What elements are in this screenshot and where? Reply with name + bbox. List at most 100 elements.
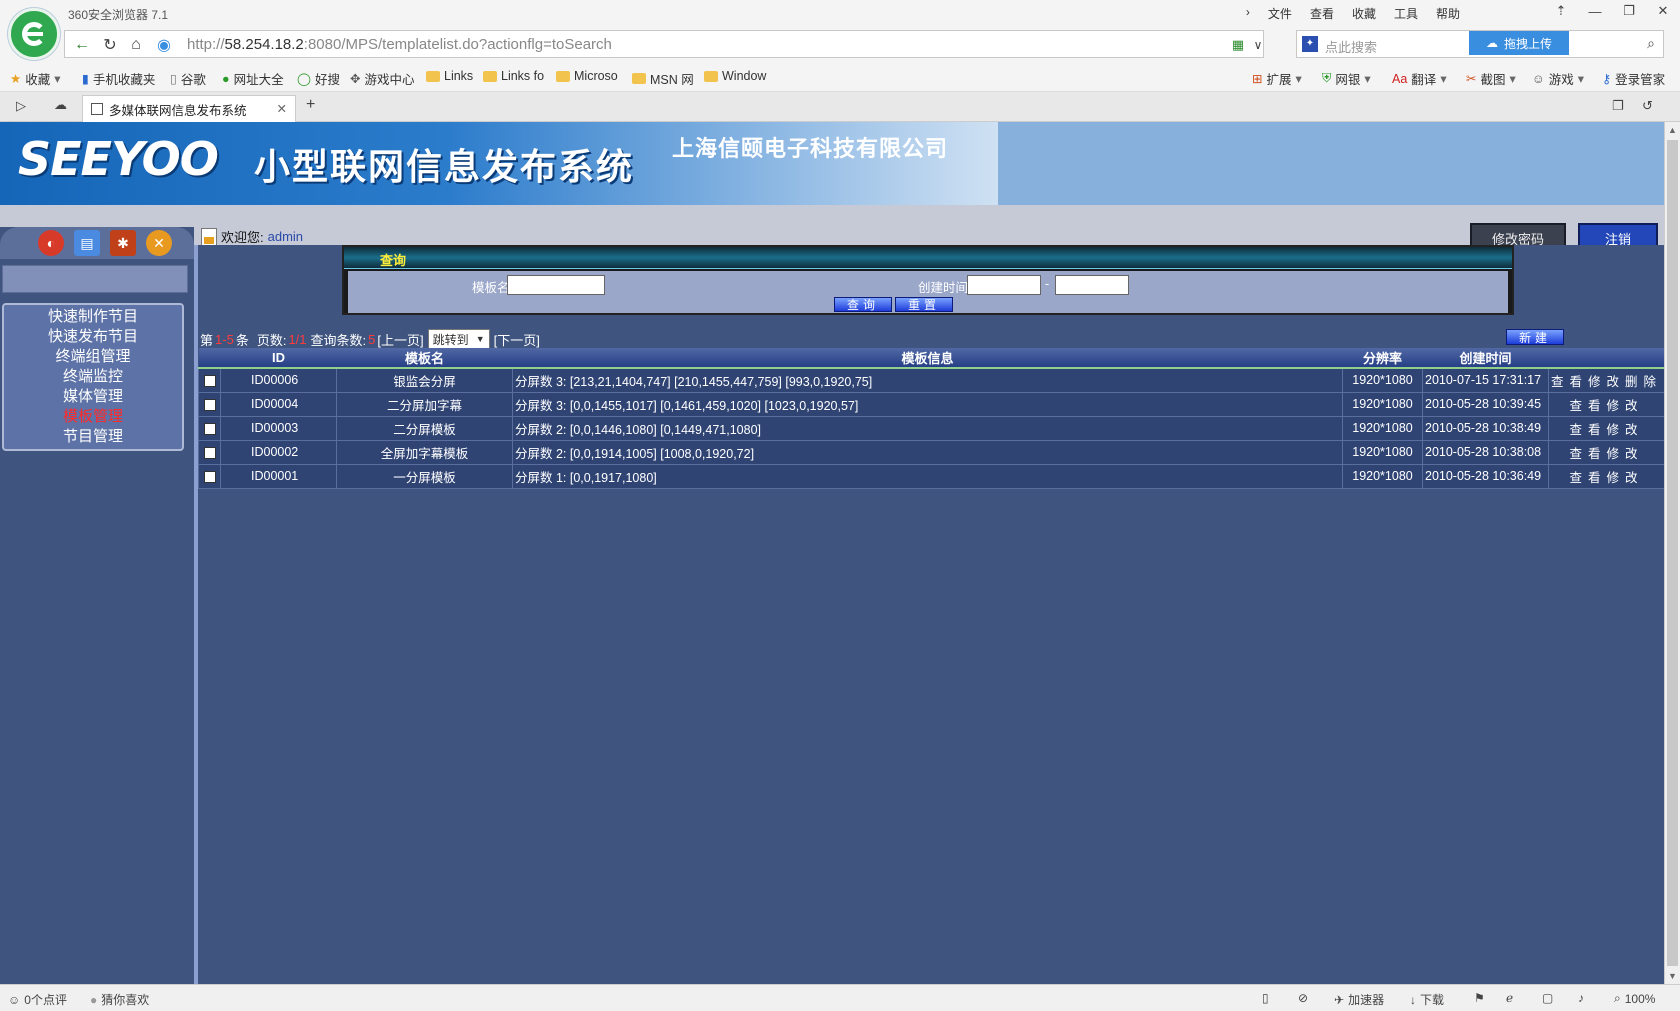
minimize-icon[interactable]: —: [1578, 0, 1612, 22]
search-button[interactable]: 查询: [834, 297, 892, 312]
row-action-link[interactable]: 看: [1588, 447, 1601, 461]
new-template-button[interactable]: 新建: [1506, 329, 1564, 345]
download-status[interactable]: ↓ 下载: [1410, 991, 1444, 1008]
toolbar-screenshot[interactable]: ✂ 截图 ▾: [1466, 69, 1516, 88]
sidebar-item-programs[interactable]: 节目管理: [4, 427, 182, 447]
monitor-icon[interactable]: ▤: [74, 230, 100, 256]
bookmark-favorites[interactable]: ★ 收藏 ▾: [10, 69, 61, 88]
box-icon[interactable]: ✱: [110, 230, 136, 256]
row-action-link[interactable]: 查: [1569, 399, 1582, 413]
ie-icon[interactable]: ℯ: [1506, 991, 1513, 1005]
bookmark-mobile[interactable]: ▮ 手机收藏夹: [82, 69, 155, 88]
home-icon[interactable]: ⌂: [123, 35, 149, 55]
close-icon[interactable]: ✕: [1646, 0, 1680, 22]
bookmark-google[interactable]: ▯ 谷歌: [170, 69, 206, 88]
toolbar-login[interactable]: ⚷ 登录管家: [1602, 69, 1665, 88]
row-action-link[interactable]: 改: [1607, 375, 1620, 389]
row-action-link[interactable]: 看: [1569, 375, 1582, 389]
row-action-link[interactable]: 看: [1588, 399, 1601, 413]
bookmark-links[interactable]: Links: [426, 69, 473, 83]
dropdown-chevron-icon[interactable]: ∨: [1245, 35, 1271, 55]
row-action-link[interactable]: 除: [1644, 375, 1657, 389]
bookmark-msn[interactable]: MSN 网: [632, 69, 694, 88]
row-action-link[interactable]: 改: [1625, 471, 1638, 485]
tab-list-icon[interactable]: ❐: [1612, 98, 1624, 114]
cell-check[interactable]: [198, 415, 221, 441]
template-name-input[interactable]: [507, 275, 605, 295]
network-icon[interactable]: ⊘: [1298, 991, 1308, 1005]
row-action-link[interactable]: 改: [1625, 423, 1638, 437]
row-checkbox[interactable]: [203, 470, 216, 483]
globe-icon[interactable]: ◐: [38, 230, 64, 256]
sidebar-search-field[interactable]: [2, 265, 188, 293]
row-checkbox[interactable]: [203, 398, 216, 411]
row-action-link[interactable]: 删: [1625, 375, 1638, 389]
prev-page-link[interactable]: [上一页]: [377, 330, 423, 349]
sidebar-item-terminal-monitor[interactable]: 终端监控: [4, 367, 182, 387]
search-box[interactable]: ✦ 点此搜索 ☁ 拖拽上传 ⌕: [1296, 30, 1664, 58]
page-scrollbar[interactable]: ▲ ▼: [1664, 122, 1680, 984]
menu-chevron-icon[interactable]: ›: [1246, 5, 1250, 22]
zoom-status[interactable]: ⌕ 100%: [1614, 991, 1655, 1006]
created-from-input[interactable]: [967, 275, 1041, 295]
url-text[interactable]: http://58.254.18.2:8080/MPS/templatelist…: [187, 36, 612, 53]
row-checkbox[interactable]: [203, 374, 216, 387]
toolbar-games[interactable]: ☺ 游戏 ▾: [1532, 69, 1584, 88]
row-action-link[interactable]: 修: [1588, 375, 1601, 389]
sidebar-item-quick-make[interactable]: 快速制作节目: [4, 307, 182, 327]
site-info-icon[interactable]: ◉: [151, 35, 177, 55]
row-action-link[interactable]: 看: [1588, 471, 1601, 485]
window-icon[interactable]: ▢: [1542, 991, 1553, 1005]
row-action-link[interactable]: 查: [1551, 375, 1564, 389]
cell-check[interactable]: [198, 439, 221, 465]
row-action-link[interactable]: 修: [1607, 423, 1620, 437]
cloud-tab-icon[interactable]: ☁: [54, 97, 67, 113]
undo-close-icon[interactable]: ↺: [1642, 98, 1653, 114]
sidebar-item-templates[interactable]: 模板管理: [4, 407, 182, 427]
row-action-link[interactable]: 查: [1569, 423, 1582, 437]
new-tab-icon[interactable]: +: [306, 96, 315, 114]
toolbar-translate[interactable]: Aa 翻译 ▾: [1392, 69, 1447, 88]
accelerator-status[interactable]: ✈ 加速器: [1334, 991, 1384, 1008]
bookmark-sites[interactable]: ● 网址大全: [222, 69, 284, 88]
bookmark-haosou[interactable]: ◯ 好搜: [297, 69, 340, 88]
jump-to-select[interactable]: 跳转到 ▼: [427, 329, 490, 349]
row-checkbox[interactable]: [203, 446, 216, 459]
search-icon[interactable]: ⌕: [1647, 35, 1655, 52]
bookmark-links-fo[interactable]: Links fo: [483, 69, 544, 83]
scroll-thumb[interactable]: [1667, 140, 1678, 966]
tab-active[interactable]: 多媒体联网信息发布系统 ✕: [82, 95, 296, 122]
sidebar-item-quick-publish[interactable]: 快速发布节目: [4, 327, 182, 347]
cell-check[interactable]: [198, 463, 221, 489]
toolbar-bank[interactable]: ⛨ 网银 ▾: [1322, 69, 1371, 88]
upload-button[interactable]: ☁ 拖拽上传: [1469, 31, 1569, 55]
row-action-link[interactable]: 修: [1607, 399, 1620, 413]
device-icon[interactable]: ▯: [1262, 991, 1269, 1005]
row-action-link[interactable]: 看: [1588, 423, 1601, 437]
row-action-link[interactable]: 修: [1607, 471, 1620, 485]
bookmark-windows[interactable]: Window: [704, 69, 766, 83]
sidebar-item-terminal-groups[interactable]: 终端组管理: [4, 347, 182, 367]
bookmark-microsoft[interactable]: Microso: [556, 69, 618, 83]
row-action-link[interactable]: 查: [1569, 447, 1582, 461]
row-action-link[interactable]: 修: [1607, 447, 1620, 461]
search-engine-icon[interactable]: ✦: [1302, 36, 1318, 52]
reset-button[interactable]: 重置: [895, 297, 953, 312]
pin-icon[interactable]: ⇡: [1544, 0, 1578, 22]
search-input[interactable]: 点此搜索: [1325, 37, 1377, 56]
back-icon[interactable]: ←: [69, 35, 95, 55]
volume-icon[interactable]: ♪: [1578, 991, 1584, 1005]
sidebar-item-media[interactable]: 媒体管理: [4, 387, 182, 407]
next-page-link[interactable]: [下一页]: [494, 330, 540, 349]
tab-close-icon[interactable]: ✕: [277, 101, 287, 116]
recommend-status[interactable]: ● 猜你喜欢: [90, 991, 149, 1008]
cell-check[interactable]: [198, 391, 221, 417]
menu-favorites[interactable]: 收藏: [1352, 5, 1376, 22]
created-to-input[interactable]: [1055, 275, 1129, 295]
menu-help[interactable]: 帮助: [1436, 5, 1460, 22]
flag-icon[interactable]: ⚑: [1474, 991, 1485, 1005]
url-box[interactable]: ← ↻ ⌂ ◉ http://58.254.18.2:8080/MPS/temp…: [64, 30, 1264, 58]
row-action-link[interactable]: 改: [1625, 399, 1638, 413]
close-circle-icon[interactable]: ✕: [146, 230, 172, 256]
row-action-link[interactable]: 改: [1625, 447, 1638, 461]
